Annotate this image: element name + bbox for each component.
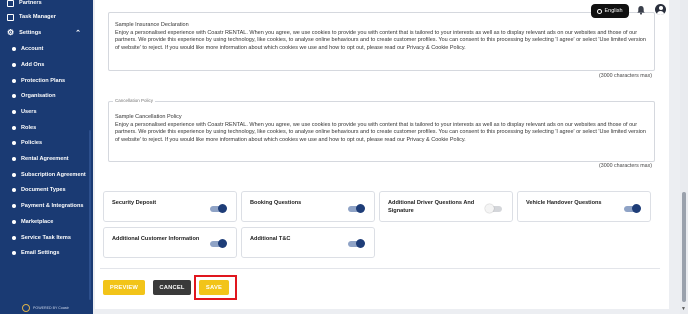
coastr-seal-icon <box>22 304 30 312</box>
sidebar-item-account[interactable]: Account <box>0 42 93 56</box>
sidebar-item-label: Partners <box>19 0 42 6</box>
toggle-card-vehicle-handover: Vehicle Handover Questions <box>517 191 651 222</box>
bullet-icon <box>12 251 16 255</box>
bullet-icon <box>12 79 16 83</box>
toggle-label: Booking Questions <box>250 200 302 206</box>
toggle-label: Vehicle Handover Questions <box>526 200 602 206</box>
additional-driver-toggle[interactable] <box>485 204 502 213</box>
bullet-icon <box>12 126 16 130</box>
scroll-down-icon[interactable]: ▼ <box>681 306 686 312</box>
cancellation-policy-textarea[interactable]: Cancellation Policy Sample Cancellation … <box>108 98 655 162</box>
sidebar-item-label: Account <box>21 46 44 52</box>
sidebar-item-settings[interactable]: ⚙ Settings ⌃ <box>0 26 93 40</box>
bullet-icon <box>12 236 16 240</box>
sidebar-item-label: Task Manager <box>19 14 56 20</box>
booking-questions-toggle[interactable] <box>348 204 365 213</box>
sidebar-item-label: Protection Plans <box>21 78 66 84</box>
language-label: English <box>604 8 623 14</box>
sidebar-item-label: Subscription Agreement <box>21 172 86 178</box>
insurance-declaration-textarea[interactable]: Sample Insurance Declaration Enjoy a per… <box>108 12 655 71</box>
insurance-body: Enjoy a personalised experience with Coa… <box>115 29 646 51</box>
sidebar-item-label: Email Settings <box>21 250 60 256</box>
bullet-icon <box>12 173 16 177</box>
sidebar-item-label: Organisation <box>21 93 56 99</box>
sidebar-item-organisation[interactable]: Organisation <box>0 89 93 103</box>
additional-customer-info-toggle[interactable] <box>210 239 227 248</box>
bullet-icon <box>12 188 16 192</box>
cancellation-title: Sample Cancellation Policy <box>115 114 182 120</box>
sidebar-item-label: Service Task Items <box>21 235 71 241</box>
sidebar-item-service-task-items[interactable]: Service Task Items <box>0 231 93 245</box>
toggle-label: Additional Driver Questions And Signatur… <box>388 200 475 214</box>
sidebar-item-users[interactable]: Users <box>0 105 93 119</box>
scrollbar-thumb[interactable] <box>682 192 686 302</box>
task-manager-icon <box>7 13 14 21</box>
vehicle-handover-toggle[interactable] <box>624 204 641 213</box>
sidebar-item-partners[interactable]: Partners <box>0 0 93 10</box>
bullet-icon <box>12 63 16 67</box>
page-scrollbar[interactable]: ▼ <box>680 0 688 314</box>
bullet-icon <box>12 220 16 224</box>
bullet-icon <box>12 47 16 51</box>
toggle-card-additional-customer-info: Additional Customer Information <box>103 227 237 258</box>
partners-icon <box>7 0 14 7</box>
insurance-char-limit: (3000 characters max) <box>599 73 652 79</box>
toggle-card-booking-questions: Booking Questions <box>241 191 375 222</box>
toggle-card-additional-driver: Additional Driver Questions And Signatur… <box>379 191 513 222</box>
chevron-up-icon: ⌃ <box>75 30 81 37</box>
sidebar-item-payment-integrations[interactable]: Payment & Integrations <box>0 199 93 213</box>
sidebar-item-label: Payment & Integrations <box>21 203 84 209</box>
sidebar-item-label: Roles <box>21 125 37 131</box>
sidebar-item-policies[interactable]: Policies <box>0 136 93 150</box>
additional-tc-toggle[interactable] <box>348 239 365 248</box>
sidebar-item-document-types[interactable]: Document Types <box>0 183 93 197</box>
save-button[interactable]: SAVE <box>199 280 229 295</box>
sidebar-item-task-manager[interactable]: Task Manager <box>0 10 93 24</box>
sidebar-item-subscription-agreement[interactable]: Subscription Agreement <box>0 168 93 182</box>
sidebar-item-add-ons[interactable]: Add Ons <box>0 58 93 72</box>
sidebar-scrollbar[interactable] <box>89 130 91 300</box>
bullet-icon <box>12 94 16 98</box>
sidebar: Partners Task Manager ⚙ Settings ⌃ Accou… <box>0 0 93 314</box>
bullet-icon <box>12 157 16 161</box>
bullet-icon <box>12 141 16 145</box>
sidebar-item-label: Policies <box>21 140 43 146</box>
powered-by-logo: POWERED BY Coastr <box>22 304 69 312</box>
sidebar-item-label: Add Ons <box>21 62 45 68</box>
sidebar-item-roles[interactable]: Roles <box>0 121 93 135</box>
sidebar-item-label: Marketplace <box>21 219 54 225</box>
cancellation-char-limit: (3000 characters max) <box>599 163 652 169</box>
sidebar-item-label: Settings <box>19 30 42 36</box>
preview-button[interactable]: PREVIEW <box>103 280 145 295</box>
sidebar-item-marketplace[interactable]: Marketplace <box>0 215 93 229</box>
security-deposit-toggle[interactable] <box>210 204 227 213</box>
toggle-card-additional-tc: Additional T&C <box>241 227 375 258</box>
bell-icon[interactable] <box>636 5 646 15</box>
language-selector[interactable]: English <box>591 4 629 18</box>
gear-icon: ⚙ <box>7 28 15 37</box>
toggle-label: Additional T&C <box>250 236 291 242</box>
divider <box>100 268 660 269</box>
bullet-icon <box>12 204 16 208</box>
sidebar-item-label: Document Types <box>21 187 66 193</box>
user-avatar-icon[interactable] <box>655 4 666 15</box>
sidebar-item-email-settings[interactable]: Email Settings <box>0 246 93 260</box>
sidebar-item-rental-agreement[interactable]: Rental Agreement <box>0 152 93 166</box>
toggle-label: Security Deposit <box>112 200 157 206</box>
sidebar-item-label: Rental Agreement <box>21 156 69 162</box>
sidebar-item-label: Users <box>21 109 37 115</box>
cancellation-policy-legend: Cancellation Policy <box>113 98 156 103</box>
cancel-button[interactable]: CANCEL <box>153 280 191 295</box>
sidebar-item-protection-plans[interactable]: Protection Plans <box>0 74 93 88</box>
cancellation-body: Enjoy a personalised experience with Coa… <box>115 121 646 143</box>
toggle-label: Additional Customer Information <box>112 236 200 242</box>
toggle-card-security-deposit: Security Deposit <box>103 191 237 222</box>
powered-by-text: POWERED BY Coastr <box>33 306 69 310</box>
bullet-icon <box>12 110 16 114</box>
insurance-title: Sample Insurance Declaration <box>115 22 189 28</box>
globe-icon <box>597 8 603 14</box>
